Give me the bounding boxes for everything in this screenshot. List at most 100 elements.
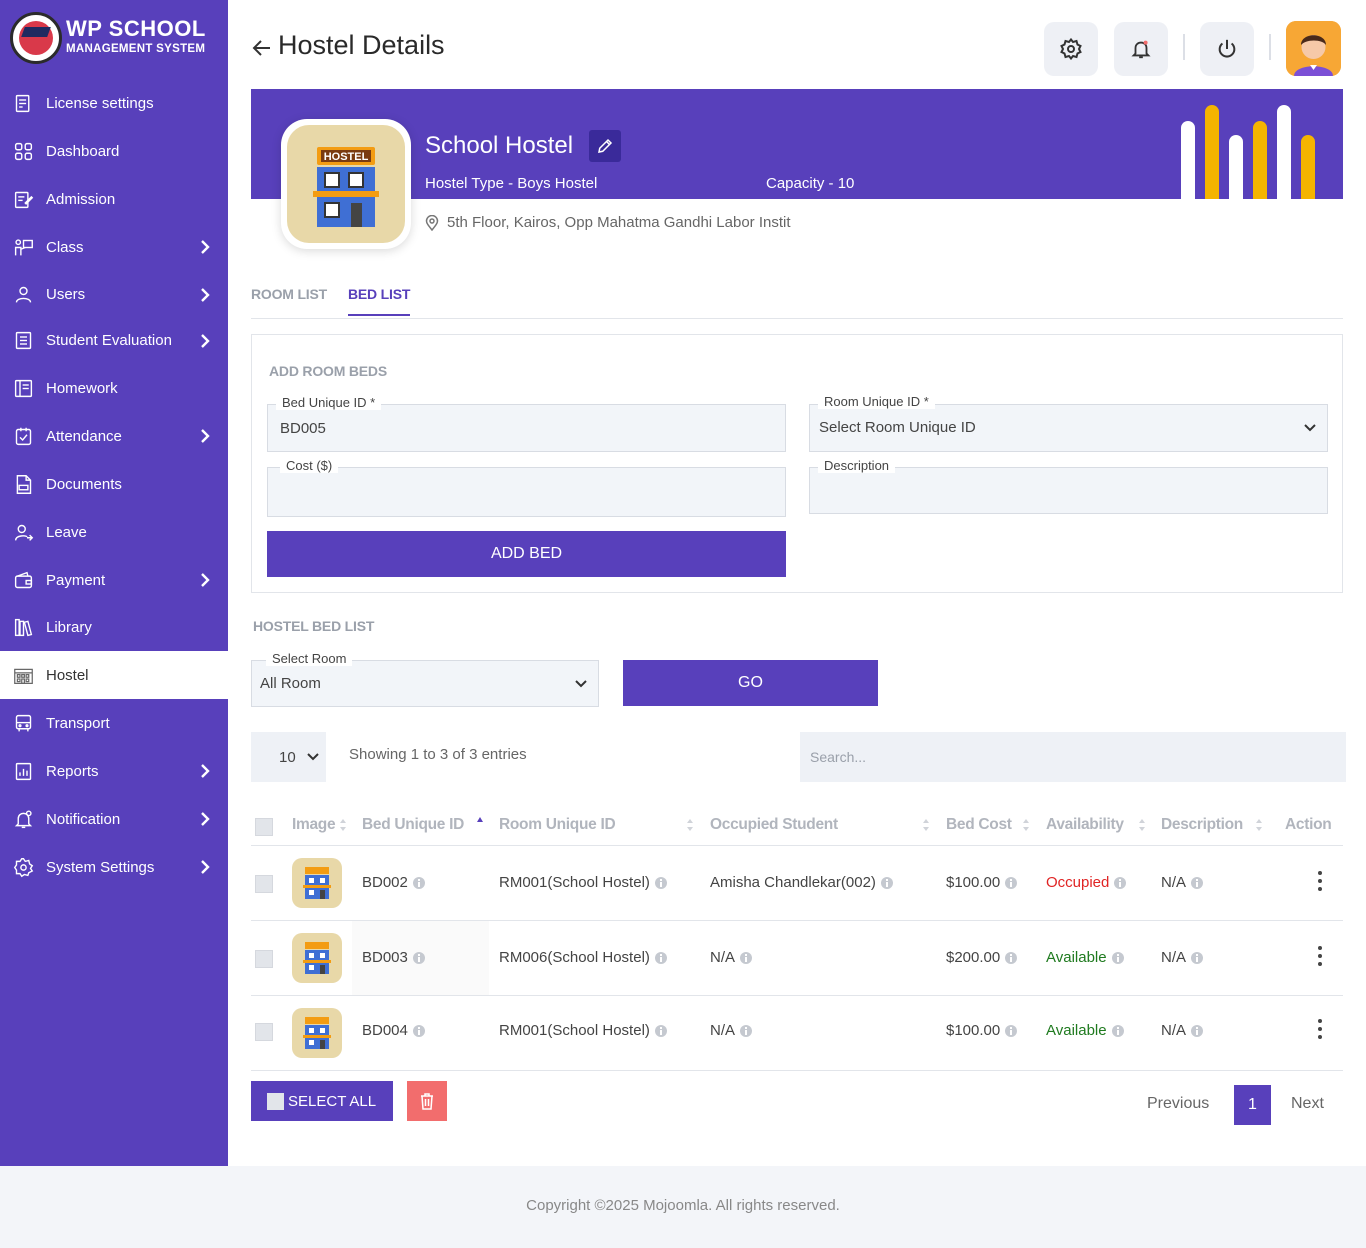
column-header-occupied-student[interactable]: Occupied Student bbox=[710, 816, 838, 834]
hostel-type: Hostel Type - Boys Hostel bbox=[425, 175, 598, 192]
go-button[interactable]: GO bbox=[623, 660, 878, 706]
bell-icon bbox=[1131, 40, 1151, 59]
logout-button[interactable] bbox=[1200, 22, 1254, 76]
page-title: Hostel Details bbox=[278, 30, 445, 60]
description-field[interactable]: Description bbox=[809, 458, 1328, 514]
search-input[interactable] bbox=[800, 732, 1346, 782]
room-id: RM001(School Hostel) bbox=[499, 1022, 650, 1039]
app-logo[interactable]: WP SCHOOL MANAGEMENT SYSTEM bbox=[10, 12, 220, 64]
settings-icon bbox=[12, 856, 34, 878]
row-checkbox[interactable] bbox=[255, 1023, 273, 1041]
page-length-select[interactable]: 10 bbox=[251, 732, 326, 782]
info-icon[interactable] bbox=[654, 876, 667, 889]
availability-cell: Available bbox=[1046, 1022, 1124, 1039]
info-icon[interactable] bbox=[1114, 876, 1127, 889]
sidebar-item-attendance[interactable]: Attendance bbox=[0, 412, 228, 460]
sidebar-item-system-settings[interactable]: System Settings bbox=[0, 843, 228, 891]
info-icon[interactable] bbox=[1005, 951, 1018, 964]
room-id-cell: RM001(School Hostel) bbox=[499, 874, 667, 891]
row-checkbox[interactable] bbox=[255, 875, 273, 893]
edit-hostel-button[interactable] bbox=[589, 130, 621, 162]
cost-cell: $200.00 bbox=[946, 949, 1018, 966]
info-icon[interactable] bbox=[412, 876, 425, 889]
column-header-availability[interactable]: Availability bbox=[1046, 816, 1124, 834]
sidebar-item-documents[interactable]: Documents bbox=[0, 460, 228, 508]
sidebar-item-transport[interactable]: Transport bbox=[0, 699, 228, 747]
info-icon[interactable] bbox=[740, 1024, 753, 1037]
column-header-bed-unique-id[interactable]: Bed Unique ID bbox=[362, 816, 464, 834]
settings-button[interactable] bbox=[1044, 22, 1098, 76]
sidebar-item-library[interactable]: Library bbox=[0, 604, 228, 651]
info-icon[interactable] bbox=[1191, 876, 1204, 889]
cost-field[interactable]: Cost ($) bbox=[267, 458, 786, 517]
select-all-checkbox[interactable] bbox=[255, 818, 273, 836]
bed-unique-id-field[interactable]: Bed Unique ID * BD005 bbox=[267, 395, 786, 452]
sidebar-item-reports[interactable]: Reports bbox=[0, 747, 228, 795]
delete-selected-button[interactable] bbox=[407, 1081, 447, 1121]
occupied-student: Amisha Chandlekar(002) bbox=[710, 874, 876, 891]
column-header-description[interactable]: Description bbox=[1161, 816, 1243, 834]
tab-bed-list[interactable]: BED LIST bbox=[348, 286, 410, 316]
add-room-beds-card: ADD ROOM BEDS Bed Unique ID * BD005 Room… bbox=[251, 334, 1343, 593]
sidebar-item-hostel[interactable]: Hostel bbox=[0, 651, 228, 699]
more-actions-icon[interactable] bbox=[1318, 1019, 1322, 1041]
info-icon[interactable] bbox=[1005, 876, 1018, 889]
info-icon[interactable] bbox=[412, 951, 425, 964]
sidebar-item-payment[interactable]: Payment bbox=[0, 556, 228, 604]
info-icon[interactable] bbox=[740, 951, 753, 964]
room-unique-id-select[interactable]: Room Unique ID * Select Room Unique ID bbox=[809, 394, 1328, 452]
add-bed-button[interactable]: ADD BED bbox=[267, 531, 786, 577]
sidebar-item-users[interactable]: Users bbox=[0, 271, 228, 317]
description-cell: N/A bbox=[1161, 1022, 1204, 1039]
column-header-room-unique-id[interactable]: Room Unique ID bbox=[499, 816, 616, 834]
info-icon[interactable] bbox=[654, 1024, 667, 1037]
class-icon bbox=[12, 236, 34, 258]
column-header-bed-cost[interactable]: Bed Cost bbox=[946, 816, 1012, 834]
pagination-previous[interactable]: Previous bbox=[1147, 1095, 1209, 1113]
sidebar-item-admission[interactable]: Admission bbox=[0, 175, 228, 223]
tab-bar: ROOM LIST BED LIST bbox=[251, 284, 1343, 319]
sidebar: WP SCHOOL MANAGEMENT SYSTEM License sett… bbox=[0, 0, 228, 1166]
pagination-next[interactable]: Next bbox=[1291, 1095, 1324, 1113]
sort-asc-icon bbox=[477, 817, 483, 822]
info-icon[interactable] bbox=[1191, 951, 1204, 964]
sidebar-item-leave[interactable]: Leave bbox=[0, 508, 228, 556]
more-actions-icon[interactable] bbox=[1318, 946, 1322, 968]
sidebar-item-label: Library bbox=[46, 619, 92, 636]
info-icon[interactable] bbox=[880, 876, 893, 889]
student-cell: N/A bbox=[710, 949, 753, 966]
column-header-image[interactable]: Image bbox=[292, 816, 336, 834]
row-checkbox[interactable] bbox=[255, 950, 273, 968]
sort-icon bbox=[340, 819, 346, 831]
info-icon[interactable] bbox=[1191, 1024, 1204, 1037]
info-icon[interactable] bbox=[1111, 1024, 1124, 1037]
location-pin-icon bbox=[425, 214, 439, 231]
tab-room-list[interactable]: ROOM LIST bbox=[251, 286, 327, 302]
info-icon[interactable] bbox=[654, 951, 667, 964]
bed-cost: $100.00 bbox=[946, 1022, 1001, 1039]
description-cell: N/A bbox=[1161, 874, 1204, 891]
notifications-button[interactable] bbox=[1114, 22, 1168, 76]
info-icon[interactable] bbox=[412, 1024, 425, 1037]
availability-cell: Available bbox=[1046, 949, 1124, 966]
select-all-button[interactable]: SELECT ALL bbox=[251, 1081, 393, 1121]
back-arrow-icon[interactable] bbox=[250, 36, 274, 60]
sidebar-item-dashboard[interactable]: Dashboard bbox=[0, 127, 228, 175]
table-row: BD002 RM001(School Hostel) Amisha Chandl… bbox=[251, 846, 1343, 921]
availability-status: Available bbox=[1046, 949, 1107, 966]
sidebar-item-student-evaluation[interactable]: Student Evaluation bbox=[0, 317, 228, 364]
sidebar-item-homework[interactable]: Homework bbox=[0, 364, 228, 412]
gear-icon bbox=[1060, 37, 1082, 61]
more-actions-icon[interactable] bbox=[1318, 871, 1322, 893]
sort-icon bbox=[923, 819, 929, 831]
select-room-dropdown[interactable]: Select Room All Room bbox=[251, 651, 599, 707]
sidebar-item-class[interactable]: Class bbox=[0, 223, 228, 271]
info-icon[interactable] bbox=[1005, 1024, 1018, 1037]
avatar[interactable] bbox=[1286, 21, 1341, 76]
sidebar-item-license-settings[interactable]: License settings bbox=[0, 79, 228, 127]
table-row: BD003 RM006(School Hostel) N/A $200.00 A… bbox=[251, 921, 1343, 996]
sidebar-item-notification[interactable]: Notification bbox=[0, 795, 228, 843]
pagination-page-current[interactable]: 1 bbox=[1234, 1085, 1271, 1125]
library-icon bbox=[12, 617, 34, 639]
info-icon[interactable] bbox=[1111, 951, 1124, 964]
